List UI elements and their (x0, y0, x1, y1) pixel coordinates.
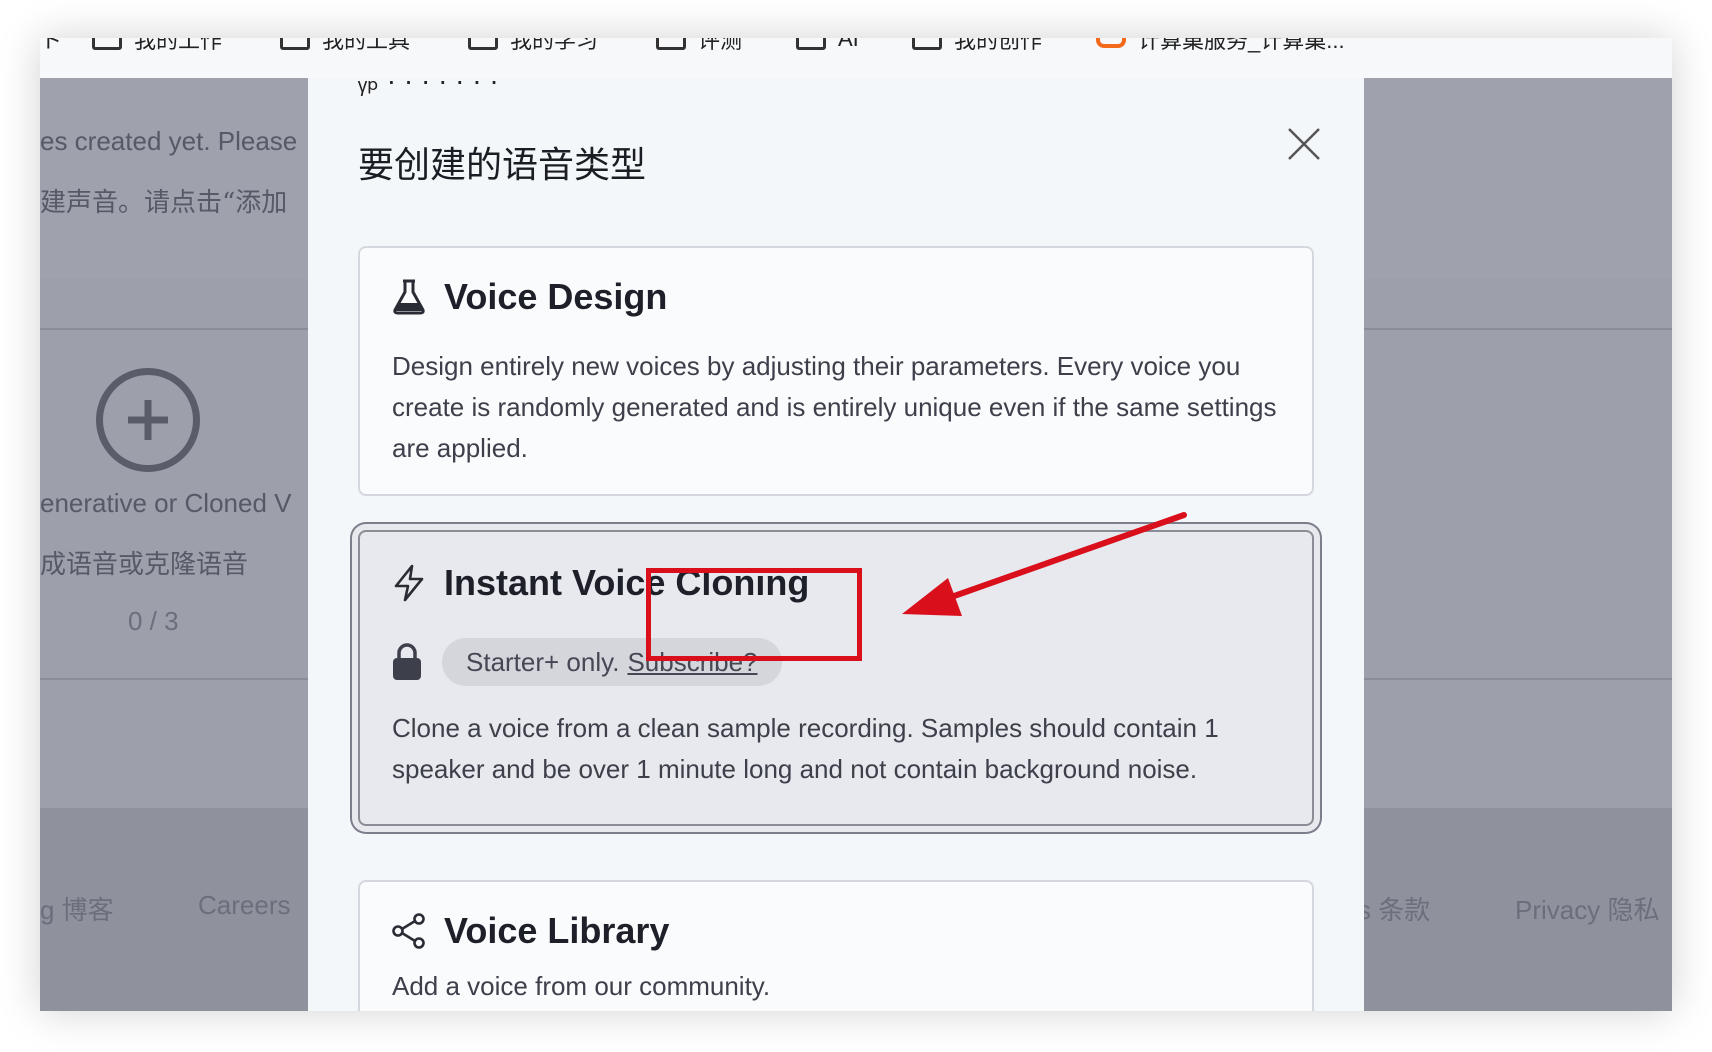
share-icon (392, 913, 425, 949)
bookmark-label: AI (838, 38, 859, 51)
folder-icon (468, 38, 498, 50)
bookmark-study[interactable]: 我的学习 (468, 38, 598, 54)
bookmark-label: 我的工具 (322, 38, 411, 53)
bookmark-label: 我的学习 (510, 38, 599, 53)
add-voice-icon[interactable] (96, 368, 200, 472)
option-description: Add a voice from our community. (392, 971, 771, 1001)
modal-subtitle-clipped: ᵧₚ · · · · · · · (358, 65, 499, 96)
empty-notice-zh: 建声音。请点击“添加 (40, 188, 288, 218)
bookmark-label: 我的创作 (954, 38, 1043, 53)
footer-link-terms[interactable]: s 条款 (1358, 890, 1430, 927)
bookmark-cloud-service[interactable]: 计算巢服务_计算巢... (1096, 38, 1345, 54)
folder-icon (656, 38, 686, 50)
add-voice-label-zh: 成语音或克隆语音 (40, 550, 249, 580)
option-title: Voice Design (444, 276, 668, 317)
bookmark-ai[interactable]: AI (796, 38, 859, 54)
option-voice-library[interactable]: Voice Library Add a voice from our commu… (358, 880, 1314, 1011)
option-description: Clone a voice from a clean sample record… (392, 713, 1219, 784)
footer-link-blog[interactable]: g 博客 (40, 890, 114, 927)
add-voice-label-en: enerative or Cloned V (40, 488, 292, 518)
option-description: Design entirely new voices by adjusting … (392, 351, 1277, 463)
footer-link-careers[interactable]: Careers (198, 890, 290, 921)
bookmarks-bar: ト 我的工作 我的工具 我的学习 评测 AI 我的创作 计算巢服务_计算巢... (40, 38, 1672, 79)
bookmark-creation[interactable]: 我的创作 (912, 38, 1042, 54)
create-voice-modal: ᵧₚ · · · · · · · 要创建的语音类型 Voice Design D… (308, 65, 1364, 1011)
annotation-highlight-box (646, 568, 862, 661)
close-icon[interactable] (1286, 126, 1322, 162)
bookmark-work[interactable]: 我的工作 (92, 38, 222, 54)
locked-text: Starter+ only. (466, 646, 620, 677)
folder-icon (796, 38, 826, 50)
bookmark-label: 计算巢服务_计算巢... (1138, 38, 1345, 53)
empty-notice-en: es created yet. Please (40, 126, 298, 156)
bookmark-label: 我的工作 (134, 38, 223, 53)
bookmark-cut[interactable]: ト (40, 38, 62, 54)
lock-icon (393, 643, 421, 680)
voice-counter: 0 / 3 (128, 606, 179, 636)
lightning-icon (394, 564, 424, 602)
cloud-service-icon (1096, 38, 1126, 48)
flask-icon (393, 279, 425, 315)
bookmark-review[interactable]: 评测 (656, 38, 742, 54)
bookmark-label: 评测 (698, 38, 743, 53)
option-title: Voice Library (444, 910, 670, 951)
bookmark-tools[interactable]: 我的工具 (280, 38, 410, 54)
folder-icon (912, 38, 942, 50)
footer-link-privacy[interactable]: Privacy 隐私 (1515, 890, 1659, 927)
modal-title: 要创建的语音类型 (358, 145, 647, 186)
option-voice-design[interactable]: Voice Design Design entirely new voices … (358, 246, 1314, 496)
browser-window: ト 我的工作 我的工具 我的学习 评测 AI 我的创作 计算巢服务_计算巢... (40, 38, 1672, 1011)
folder-icon (92, 38, 122, 50)
folder-icon (280, 38, 310, 50)
